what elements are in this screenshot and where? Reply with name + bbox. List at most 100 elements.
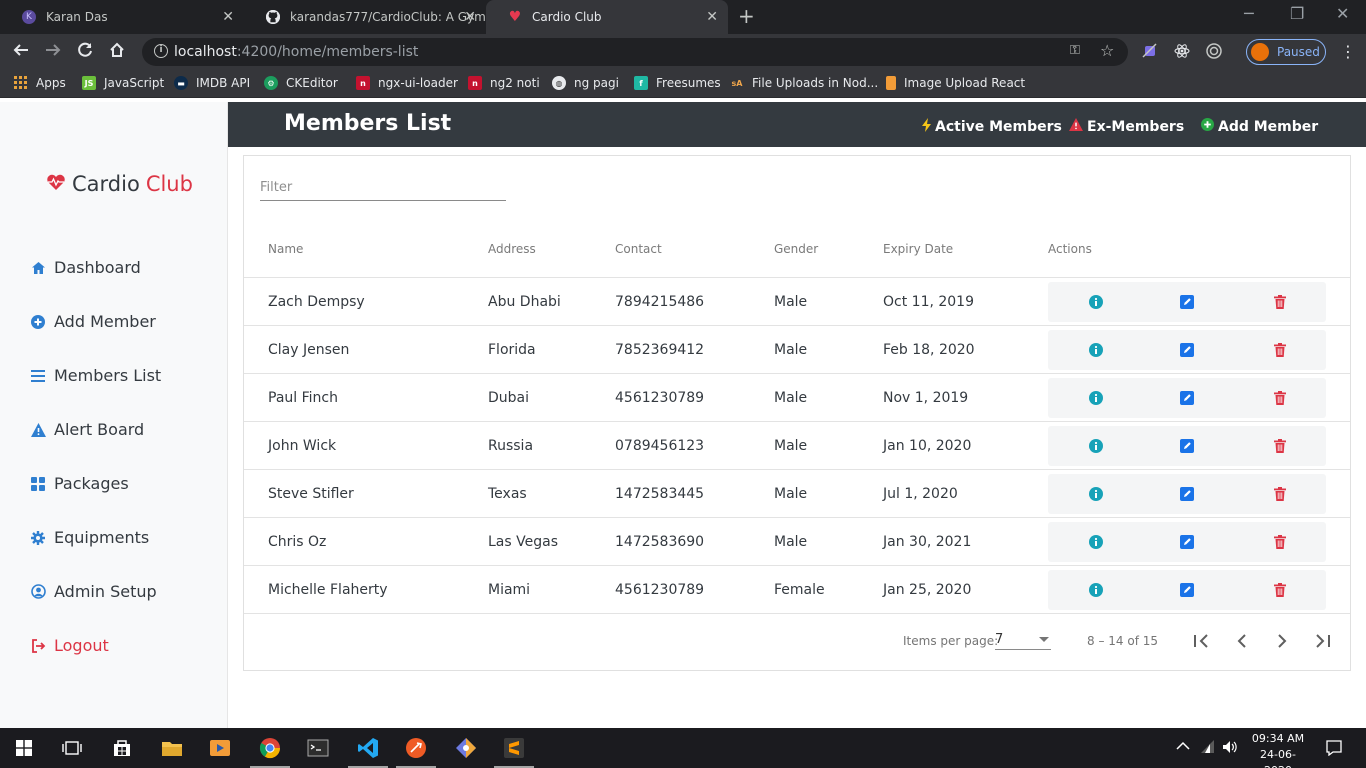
address-bar[interactable]: i localhost:4200/home/members-list ⚿ ☆ bbox=[142, 38, 1128, 66]
nav-active-members[interactable]: Active Members bbox=[922, 118, 1062, 136]
browser-menu-icon[interactable]: ⋮ bbox=[1340, 42, 1356, 61]
extension-icon[interactable] bbox=[1142, 43, 1158, 59]
previous-page-icon[interactable] bbox=[1231, 630, 1253, 652]
close-tab-icon[interactable]: ✕ bbox=[706, 9, 718, 25]
delete-icon[interactable] bbox=[1272, 534, 1287, 549]
home-icon[interactable] bbox=[108, 41, 126, 64]
nav-add-member[interactable]: Add Member bbox=[1201, 118, 1318, 135]
back-icon[interactable] bbox=[12, 41, 30, 64]
file-explorer-icon[interactable] bbox=[160, 736, 184, 760]
bookmark-file-uploads[interactable]: sA File Uploads in Nod... bbox=[730, 76, 879, 90]
sidebar-item-logout[interactable]: Logout bbox=[30, 636, 109, 655]
store-icon[interactable] bbox=[110, 736, 134, 760]
close-tab-icon[interactable]: ✕ bbox=[222, 9, 234, 25]
sidebar-item-members-list[interactable]: Members List bbox=[30, 366, 161, 385]
bookmark-image-upload[interactable]: Image Upload React bbox=[886, 76, 1025, 90]
sidebar-item-alert-board[interactable]: Alert Board bbox=[30, 420, 144, 439]
profile-button[interactable]: Paused bbox=[1246, 39, 1326, 65]
info-icon[interactable] bbox=[1088, 342, 1103, 357]
table-row[interactable]: Clay Jensen Florida 7852369412 Male Feb 18, … bbox=[244, 326, 1350, 374]
notification-icon[interactable] bbox=[1326, 740, 1342, 760]
media-player-icon[interactable] bbox=[208, 736, 232, 760]
sidebar-item-equipments[interactable]: Equipments bbox=[30, 528, 149, 547]
info-icon[interactable] bbox=[1088, 582, 1103, 597]
column-header-name[interactable]: Name bbox=[268, 242, 303, 256]
info-icon[interactable] bbox=[1088, 390, 1103, 405]
reload-icon[interactable] bbox=[76, 41, 94, 64]
chrome-icon[interactable] bbox=[258, 736, 282, 760]
postman-icon[interactable] bbox=[404, 736, 428, 760]
bookmark-apps[interactable]: Apps bbox=[14, 76, 66, 90]
restore-icon[interactable]: ❐ bbox=[1290, 4, 1304, 23]
site-info-icon[interactable]: i bbox=[154, 44, 168, 58]
filter-field[interactable] bbox=[260, 180, 506, 201]
key-icon[interactable]: ⚿ bbox=[1070, 43, 1080, 58]
column-header-expiry-date[interactable]: Expiry Date bbox=[883, 242, 953, 256]
delete-icon[interactable] bbox=[1272, 438, 1287, 453]
volume-icon[interactable] bbox=[1222, 740, 1238, 758]
edit-icon[interactable] bbox=[1179, 582, 1194, 597]
close-tab-icon[interactable]: ✕ bbox=[464, 9, 476, 25]
info-icon[interactable] bbox=[1088, 294, 1103, 309]
bookmark-ng2-noti[interactable]: n ng2 noti bbox=[468, 76, 540, 90]
edit-icon[interactable] bbox=[1179, 294, 1194, 309]
new-tab-icon[interactable]: + bbox=[738, 4, 755, 28]
table-row[interactable]: Chris Oz Las Vegas 1472583690 Male Jan 30, 2… bbox=[244, 518, 1350, 566]
sidebar-item-dashboard[interactable]: Dashboard bbox=[30, 258, 141, 277]
delete-icon[interactable] bbox=[1272, 342, 1287, 357]
windows-start-icon[interactable] bbox=[12, 736, 36, 760]
browser-tab[interactable]: K Karan Das ✕ bbox=[0, 0, 244, 34]
tray-chevron-icon[interactable] bbox=[1176, 740, 1190, 755]
edit-icon[interactable] bbox=[1179, 486, 1194, 501]
nav-ex-members[interactable]: Ex-Members bbox=[1069, 118, 1184, 135]
column-header-contact[interactable]: Contact bbox=[615, 242, 662, 256]
table-row[interactable]: Paul Finch Dubai 4561230789 Male Nov 1, 2019 bbox=[244, 374, 1350, 422]
brand-logo[interactable]: Cardio Club bbox=[46, 172, 193, 196]
git-client-icon[interactable] bbox=[454, 736, 478, 760]
info-icon[interactable] bbox=[1088, 486, 1103, 501]
sidebar-item-packages[interactable]: Packages bbox=[30, 474, 129, 493]
browser-tab[interactable]: karandas777/CardioClub: A Gym ✕ bbox=[244, 0, 486, 34]
table-row[interactable]: Michelle Flaherty Miami 4561230789 Female Ja… bbox=[244, 566, 1350, 614]
info-icon[interactable] bbox=[1088, 438, 1103, 453]
edit-icon[interactable] bbox=[1179, 390, 1194, 405]
filter-input[interactable] bbox=[260, 180, 506, 195]
bookmark-star-icon[interactable]: ☆ bbox=[1100, 41, 1114, 60]
bookmark-javascript[interactable]: JS JavaScript bbox=[82, 76, 164, 90]
delete-icon[interactable] bbox=[1272, 294, 1287, 309]
delete-icon[interactable] bbox=[1272, 390, 1287, 405]
taskbar-clock[interactable]: 09:34 AM 24-06-2020 bbox=[1248, 731, 1308, 768]
table-row[interactable]: Zach Dempsy Abu Dhabi 7894215486 Male Oct 11… bbox=[244, 278, 1350, 326]
table-row[interactable]: Steve Stifler Texas 1472583445 Male Jul 1, 2… bbox=[244, 470, 1350, 518]
wifi-icon[interactable] bbox=[1200, 740, 1216, 758]
terminal-icon[interactable] bbox=[306, 736, 330, 760]
info-icon[interactable] bbox=[1088, 534, 1103, 549]
bookmark-ckeditor[interactable]: ⚙ CKEditor bbox=[264, 76, 338, 90]
bookmark-freesumes[interactable]: f Freesumes bbox=[634, 76, 721, 90]
last-page-icon[interactable] bbox=[1311, 630, 1333, 652]
items-per-page-select[interactable]: 7 bbox=[995, 632, 1051, 650]
sidebar-item-admin-setup[interactable]: Admin Setup bbox=[30, 582, 157, 601]
minimize-icon[interactable]: ─ bbox=[1244, 4, 1254, 23]
delete-icon[interactable] bbox=[1272, 486, 1287, 501]
bookmark-ng-pagi[interactable]: ◍ ng pagi bbox=[552, 76, 619, 90]
url-text[interactable]: localhost:4200/home/members-list bbox=[174, 44, 418, 60]
next-page-icon[interactable] bbox=[1271, 630, 1293, 652]
bookmark-ngx-ui-loader[interactable]: n ngx-ui-loader bbox=[356, 76, 458, 90]
sublime-text-icon[interactable] bbox=[502, 736, 526, 760]
forward-icon[interactable] bbox=[44, 41, 62, 64]
browser-tab-active[interactable]: ♥ Cardio Club ✕ bbox=[486, 0, 728, 34]
column-header-address[interactable]: Address bbox=[488, 242, 536, 256]
react-devtools-icon[interactable] bbox=[1174, 43, 1190, 59]
table-row[interactable]: John Wick Russia 0789456123 Male Jan 10, 202… bbox=[244, 422, 1350, 470]
edit-icon[interactable] bbox=[1179, 438, 1194, 453]
bookmark-imdb-api[interactable]: ▬ IMDB API bbox=[174, 76, 250, 90]
sidebar-item-add-member[interactable]: Add Member bbox=[30, 312, 156, 331]
vscode-icon[interactable] bbox=[356, 736, 380, 760]
edit-icon[interactable] bbox=[1179, 342, 1194, 357]
first-page-icon[interactable] bbox=[1191, 630, 1213, 652]
window-close-icon[interactable]: ✕ bbox=[1336, 4, 1349, 23]
column-header-gender[interactable]: Gender bbox=[774, 242, 818, 256]
task-view-icon[interactable] bbox=[60, 736, 84, 760]
delete-icon[interactable] bbox=[1272, 582, 1287, 597]
